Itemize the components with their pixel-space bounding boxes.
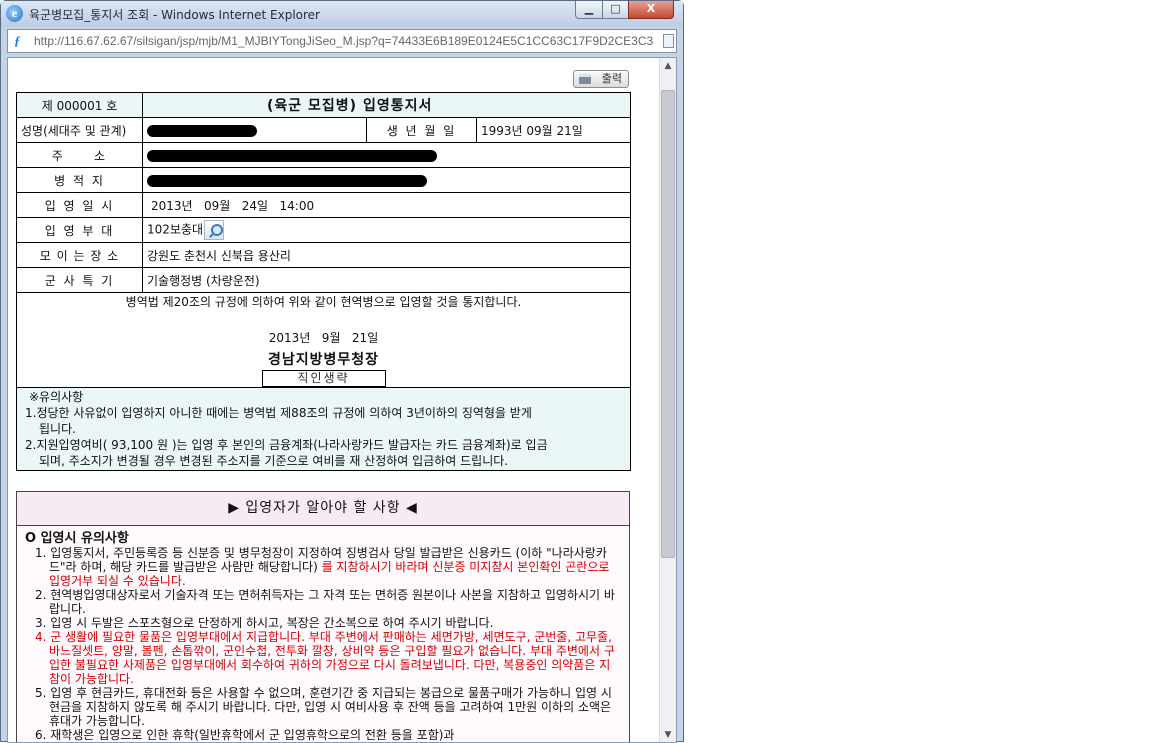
info-box: ▶ 입영자가 알아야 할 사항 ◀ O 입영시 유의사항 1. 입영통지서, 주… [16, 491, 630, 742]
domicile-label: 병 적 지 [16, 167, 143, 193]
browser-window: e 육군병모집_통지서 조회 - Windows Internet Explor… [0, 0, 684, 743]
info-item-4: 4. 군 생활에 필요한 물품은 입영부대에서 지급합니다. 부대 주변에서 판… [35, 630, 615, 686]
info-item-5: 5. 입영 후 현금카드, 휴대전화 등은 사용할 수 없으며, 훈련기간 중 … [35, 686, 612, 728]
domicile-value [141, 167, 632, 193]
info-item-1: 1. 입영통지서, 주민등록증 등 신분증 및 병무청장이 지정하여 징병검사 … [25, 546, 621, 588]
gathering-value: 강원도 춘천시 신북읍 용산리 [141, 242, 632, 268]
notice-body-text: 병역법 제20조의 규정에 의하여 위와 같이 현역병으로 입영할 것을 통지합… [125, 295, 522, 309]
page-status-icon[interactable] [663, 34, 674, 48]
redacted-mark [147, 124, 257, 137]
enlist-date-label: 입 영 일 시 [16, 192, 143, 218]
notice-body: 병역법 제20조의 규정에 의하여 위와 같이 현역병으로 입영할 것을 통지합… [15, 292, 632, 388]
caution-item-1a: 1.정당한 사유없이 입영하지 아니한 때에는 병역법 제88조의 규정에 의하… [25, 406, 532, 420]
issuer-name: 경남지방병무청장 [267, 352, 380, 368]
birth-label: 생 년 월 일 [366, 117, 477, 143]
info-header: ▶ 입영자가 알아야 할 사항 ◀ [17, 492, 629, 526]
info-item-6: 6. 재학생은 입영으로 인한 휴학(일반휴학에서 군 입영휴학으로의 전환 등… [35, 728, 455, 742]
seal-box: 직인생략 [261, 370, 386, 387]
enlist-date-value: 2013년 09월 24일 14:00 [141, 192, 632, 218]
enlistment-notice-table: 제 000001 호 (육군 모집병) 입영통지서 성명(세대주 및 관계) 생… [15, 92, 632, 471]
unit-cell: 102보충대 [141, 217, 632, 243]
scroll-down-arrow-icon[interactable]: ▼ [660, 727, 676, 742]
specialty-value: 기술행정병 (차량운전) [141, 267, 632, 293]
gathering-label: 모 이 는 장 소 [16, 242, 143, 268]
address-value [141, 142, 632, 168]
caution-section: ※유의사항 1.정당한 사유없이 입영하지 아니한 때에는 병역법 제88조의 … [15, 387, 632, 471]
maximize-button[interactable]: □ [602, 1, 629, 19]
specialty-label: 군 사 특 기 [16, 267, 143, 293]
scroll-thumb[interactable] [661, 90, 675, 558]
url-text[interactable]: http://116.67.62.67/silsigan/jsp/mjb/M1_… [34, 34, 659, 48]
notice-number: 제 000001 호 [16, 92, 143, 118]
notice-title: (육군 모집병) 입영통지서 [141, 92, 632, 118]
issue-date: 2013년 9월 21일 [268, 331, 379, 345]
internet-explorer-icon: e [6, 5, 23, 22]
info-section-title: O 입영시 유의사항 [25, 531, 129, 546]
info-body: O 입영시 유의사항 1. 입영통지서, 주민등록증 등 신분증 및 병무청장이… [17, 526, 629, 742]
print-label: 출력 [601, 72, 622, 85]
caution-item-2b: 되며, 주소지가 변경될 경우 변경된 주소지를 기준으로 여비를 재 산정하여… [39, 454, 509, 468]
caution-title: ※유의사항 [29, 390, 84, 404]
print-button[interactable]: 출력 [573, 70, 629, 88]
address-label: 주 소 [16, 142, 143, 168]
caution-item-1b: 됩니다. [39, 422, 76, 436]
redacted-mark [147, 149, 437, 162]
window-title: 육군병모집_통지서 조회 - Windows Internet Explorer [29, 8, 320, 22]
minimize-button[interactable]: ▁ [575, 1, 603, 19]
page-icon: ƒ [14, 33, 21, 48]
caution-item-2a: 2.지원입영여비( 93,100 원 )는 입영 후 본인의 금융계좌(나라사랑… [25, 438, 548, 452]
redacted-mark [147, 174, 427, 187]
unit-value: 102보충대 [147, 222, 204, 237]
page-viewport: 출력 제 000001 호 (육군 모집병) 입영통지서 성명(세대주 및 관계… [7, 57, 677, 743]
search-icon[interactable] [204, 220, 225, 240]
close-button[interactable]: X [628, 1, 674, 19]
birth-value: 1993년 09월 21일 [475, 117, 632, 143]
address-bar[interactable]: ƒ http://116.67.62.67/silsigan/jsp/mjb/M… [7, 29, 677, 53]
info-item-3: 3. 입영 시 두발은 스포츠형으로 단정하게 하시고, 복장은 간소복으로 하… [35, 616, 494, 630]
name-label: 성명(세대주 및 관계) [16, 117, 143, 143]
vertical-scrollbar[interactable]: ▲ ▼ [659, 58, 676, 742]
printer-icon [579, 74, 591, 84]
unit-label: 입 영 부 대 [16, 217, 143, 243]
scroll-up-arrow-icon[interactable]: ▲ [660, 58, 676, 75]
name-value [142, 117, 367, 143]
info-item-2: 2. 현역병입영대상자로서 기술자격 또는 면허취득자는 그 자격 또는 면허증… [35, 588, 615, 616]
title-bar[interactable]: e 육군병모집_통지서 조회 - Windows Internet Explor… [1, 1, 683, 27]
